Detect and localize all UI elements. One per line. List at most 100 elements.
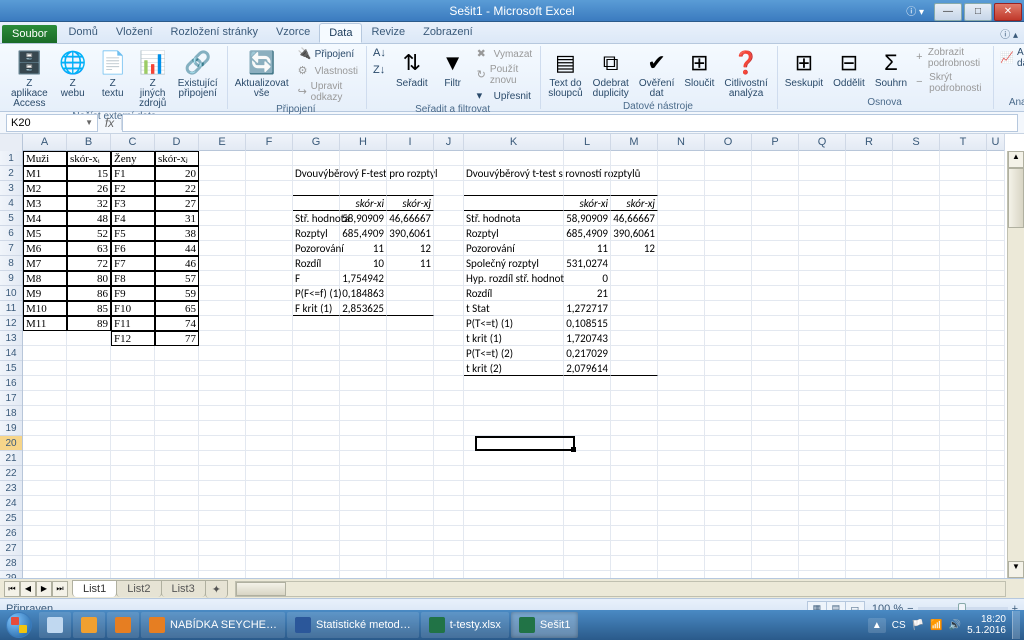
cell[interactable]: 38 — [155, 226, 199, 241]
cell[interactable] — [23, 511, 67, 526]
cell[interactable] — [155, 421, 199, 436]
cell[interactable]: 58,90909 — [340, 211, 387, 226]
cell[interactable] — [246, 331, 293, 346]
cell[interactable] — [111, 346, 155, 361]
cell[interactable] — [246, 406, 293, 421]
cell[interactable] — [387, 556, 434, 571]
cell[interactable] — [799, 361, 846, 376]
cell[interactable] — [246, 226, 293, 241]
cell[interactable] — [893, 286, 940, 301]
cell[interactable] — [658, 361, 705, 376]
cell[interactable] — [387, 181, 434, 196]
row-header[interactable]: 4 — [0, 196, 22, 211]
cell[interactable] — [340, 466, 387, 481]
cell[interactable] — [246, 361, 293, 376]
row-header[interactable]: 17 — [0, 391, 22, 406]
cell[interactable] — [705, 481, 752, 496]
cell[interactable] — [23, 391, 67, 406]
cell[interactable] — [246, 391, 293, 406]
cell[interactable] — [199, 301, 246, 316]
cell[interactable] — [705, 331, 752, 346]
cell[interactable] — [434, 556, 464, 571]
cell[interactable] — [893, 316, 940, 331]
close-button[interactable]: ✕ — [994, 3, 1022, 21]
cell[interactable] — [434, 421, 464, 436]
cell[interactable] — [940, 271, 987, 286]
cell[interactable] — [940, 361, 987, 376]
cell[interactable] — [199, 406, 246, 421]
cell[interactable] — [155, 436, 199, 451]
cell[interactable] — [940, 316, 987, 331]
tab-domů[interactable]: Domů — [59, 23, 106, 43]
cell[interactable] — [705, 346, 752, 361]
from-text-button[interactable]: 📄Z textu — [95, 46, 131, 101]
cell[interactable]: F — [293, 271, 340, 286]
cell[interactable]: 48 — [67, 211, 111, 226]
cell[interactable] — [199, 316, 246, 331]
cell[interactable] — [987, 511, 1005, 526]
cell[interactable] — [434, 361, 464, 376]
cell[interactable] — [340, 421, 387, 436]
cell[interactable] — [940, 301, 987, 316]
cell[interactable] — [611, 256, 658, 271]
cell[interactable] — [340, 316, 387, 331]
cell[interactable] — [155, 571, 199, 578]
cell[interactable] — [611, 151, 658, 166]
cell[interactable] — [67, 406, 111, 421]
cell[interactable] — [23, 496, 67, 511]
cell[interactable]: 11 — [564, 241, 611, 256]
row-header[interactable]: 22 — [0, 466, 22, 481]
cell[interactable]: skór-xj — [611, 196, 658, 211]
cell[interactable] — [67, 556, 111, 571]
cell[interactable] — [340, 331, 387, 346]
cell[interactable] — [846, 181, 893, 196]
cell[interactable] — [340, 391, 387, 406]
tab-rozložení stránky[interactable]: Rozložení stránky — [162, 23, 267, 43]
cell[interactable] — [464, 481, 564, 496]
cell[interactable] — [387, 346, 434, 361]
cell[interactable] — [387, 496, 434, 511]
cell[interactable]: 2,853625 — [340, 301, 387, 316]
cell[interactable] — [23, 541, 67, 556]
cell[interactable] — [340, 166, 387, 181]
cell[interactable] — [705, 526, 752, 541]
show-desktop-button[interactable] — [1012, 611, 1020, 639]
cell[interactable] — [340, 181, 387, 196]
cell[interactable]: M8 — [23, 271, 67, 286]
cell[interactable] — [799, 211, 846, 226]
cell[interactable] — [846, 526, 893, 541]
cell[interactable] — [893, 376, 940, 391]
cell[interactable] — [155, 406, 199, 421]
cell[interactable] — [799, 241, 846, 256]
cell[interactable] — [658, 226, 705, 241]
cell[interactable] — [893, 451, 940, 466]
cell[interactable] — [155, 526, 199, 541]
cell[interactable] — [611, 571, 658, 578]
cell[interactable] — [987, 496, 1005, 511]
cell[interactable] — [846, 271, 893, 286]
cell[interactable] — [464, 181, 564, 196]
cell[interactable] — [893, 226, 940, 241]
cell[interactable]: 74 — [155, 316, 199, 331]
cell[interactable]: F7 — [111, 256, 155, 271]
cell[interactable]: 0,184863 — [340, 286, 387, 301]
cell[interactable] — [564, 466, 611, 481]
cell[interactable]: M5 — [23, 226, 67, 241]
cell[interactable] — [23, 346, 67, 361]
col-header-G[interactable]: G — [293, 134, 340, 151]
cell[interactable] — [752, 481, 799, 496]
cell[interactable] — [611, 376, 658, 391]
cell[interactable] — [340, 571, 387, 578]
cell[interactable] — [23, 526, 67, 541]
cell[interactable] — [987, 421, 1005, 436]
cell[interactable] — [155, 466, 199, 481]
cell[interactable] — [564, 181, 611, 196]
tab-revize[interactable]: Revize — [362, 23, 414, 43]
cell[interactable] — [111, 541, 155, 556]
cell[interactable] — [705, 361, 752, 376]
row-header[interactable]: 11 — [0, 301, 22, 316]
cell[interactable] — [199, 481, 246, 496]
cell[interactable] — [246, 196, 293, 211]
cell[interactable]: F9 — [111, 286, 155, 301]
cell[interactable] — [658, 556, 705, 571]
